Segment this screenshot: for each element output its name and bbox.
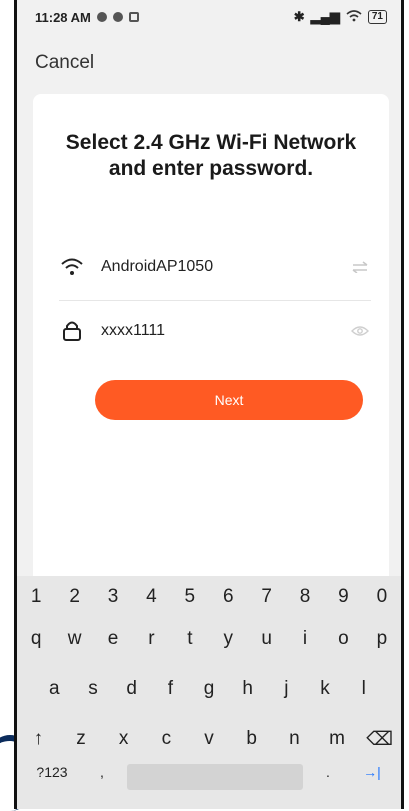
shift-key[interactable]: ↑: [17, 728, 60, 751]
notification-icon: [128, 12, 139, 22]
page-title: Select 2.4 GHz Wi-Fi Network and enter p…: [65, 131, 357, 180]
device-frame: 11:28 AM ✱ ▂▄▆ 71 Cancel Select 2.4 GHz …: [14, 0, 404, 809]
enter-key[interactable]: →|: [343, 764, 401, 780]
key[interactable]: r: [132, 628, 170, 650]
key[interactable]: j: [267, 678, 306, 700]
key[interactable]: s: [74, 678, 113, 700]
keyboard-row-zxcv: ↑ z x c v b n m ⌫: [17, 728, 401, 751]
lock-icon: [59, 319, 85, 343]
cancel-button[interactable]: Cancel: [35, 52, 94, 74]
key[interactable]: u: [247, 628, 285, 650]
divider: [59, 300, 371, 301]
key[interactable]: v: [188, 728, 231, 751]
key[interactable]: 3: [94, 586, 132, 608]
phone-screen: 11:28 AM ✱ ▂▄▆ 71 Cancel Select 2.4 GHz …: [0, 0, 409, 811]
comma-key[interactable]: ,: [87, 764, 117, 780]
key[interactable]: p: [363, 628, 401, 650]
status-time: 11:28 AM: [35, 9, 91, 25]
battery-icon: 71: [367, 10, 387, 24]
key[interactable]: 0: [363, 586, 401, 608]
notification-icon: [96, 12, 107, 22]
key[interactable]: y: [209, 628, 247, 650]
key[interactable]: i: [286, 628, 324, 650]
wifi-network-name: AndroidAP1050: [101, 258, 214, 275]
soft-keyboard: 1 2 3 4 5 6 7 8 9 0 q w e r t y u i o p …: [17, 576, 401, 809]
key[interactable]: 8: [286, 586, 324, 608]
status-left: 11:28 AM: [35, 10, 139, 25]
bluetooth-icon: ✱: [293, 9, 305, 24]
key[interactable]: a: [35, 678, 74, 700]
backspace-key[interactable]: ⌫: [358, 728, 401, 751]
symbols-key[interactable]: ?123: [17, 764, 87, 780]
wifi-status-icon: [346, 9, 362, 25]
wifi-setup-card: Select 2.4 GHz Wi-Fi Network and enter p…: [33, 94, 389, 614]
key[interactable]: n: [273, 728, 316, 751]
key[interactable]: 1: [17, 586, 55, 608]
key[interactable]: f: [151, 678, 190, 700]
key[interactable]: 7: [247, 586, 285, 608]
key[interactable]: 6: [209, 586, 247, 608]
key[interactable]: b: [230, 728, 273, 751]
keyboard-row-qwerty: q w e r t y u i o p: [17, 628, 401, 650]
wifi-icon: [59, 255, 85, 279]
key[interactable]: d: [112, 678, 151, 700]
keyboard-row-asdf: a s d f g h j k l: [17, 678, 401, 700]
notification-icon: [112, 12, 123, 22]
password-row[interactable]: xxxx1111: [59, 316, 371, 346]
next-button[interactable]: Next: [95, 380, 363, 420]
key[interactable]: t: [171, 628, 209, 650]
eye-icon[interactable]: [349, 321, 371, 341]
switch-network-icon[interactable]: [349, 257, 371, 277]
key[interactable]: w: [55, 628, 93, 650]
key[interactable]: 5: [171, 586, 209, 608]
key[interactable]: 9: [324, 586, 362, 608]
key[interactable]: q: [17, 628, 55, 650]
key[interactable]: k: [306, 678, 345, 700]
password-field[interactable]: xxxx1111: [101, 322, 349, 340]
key[interactable]: h: [228, 678, 267, 700]
key[interactable]: g: [190, 678, 229, 700]
key[interactable]: c: [145, 728, 188, 751]
key[interactable]: o: [324, 628, 362, 650]
key[interactable]: 4: [132, 586, 170, 608]
key[interactable]: 2: [55, 586, 93, 608]
key[interactable]: m: [316, 728, 359, 751]
key[interactable]: e: [94, 628, 132, 650]
status-bar: 11:28 AM ✱ ▂▄▆ 71: [17, 0, 401, 34]
wifi-network-row[interactable]: AndroidAP1050: [59, 252, 371, 282]
signal-icon: ▂▄▆: [310, 9, 340, 24]
keyboard-number-row: 1 2 3 4 5 6 7 8 9 0: [17, 586, 401, 608]
key[interactable]: l: [344, 678, 383, 700]
period-key[interactable]: .: [313, 764, 343, 780]
space-key[interactable]: [127, 764, 303, 790]
status-right: ✱ ▂▄▆ 71: [294, 9, 387, 25]
key[interactable]: x: [102, 728, 145, 751]
key[interactable]: z: [60, 728, 103, 751]
